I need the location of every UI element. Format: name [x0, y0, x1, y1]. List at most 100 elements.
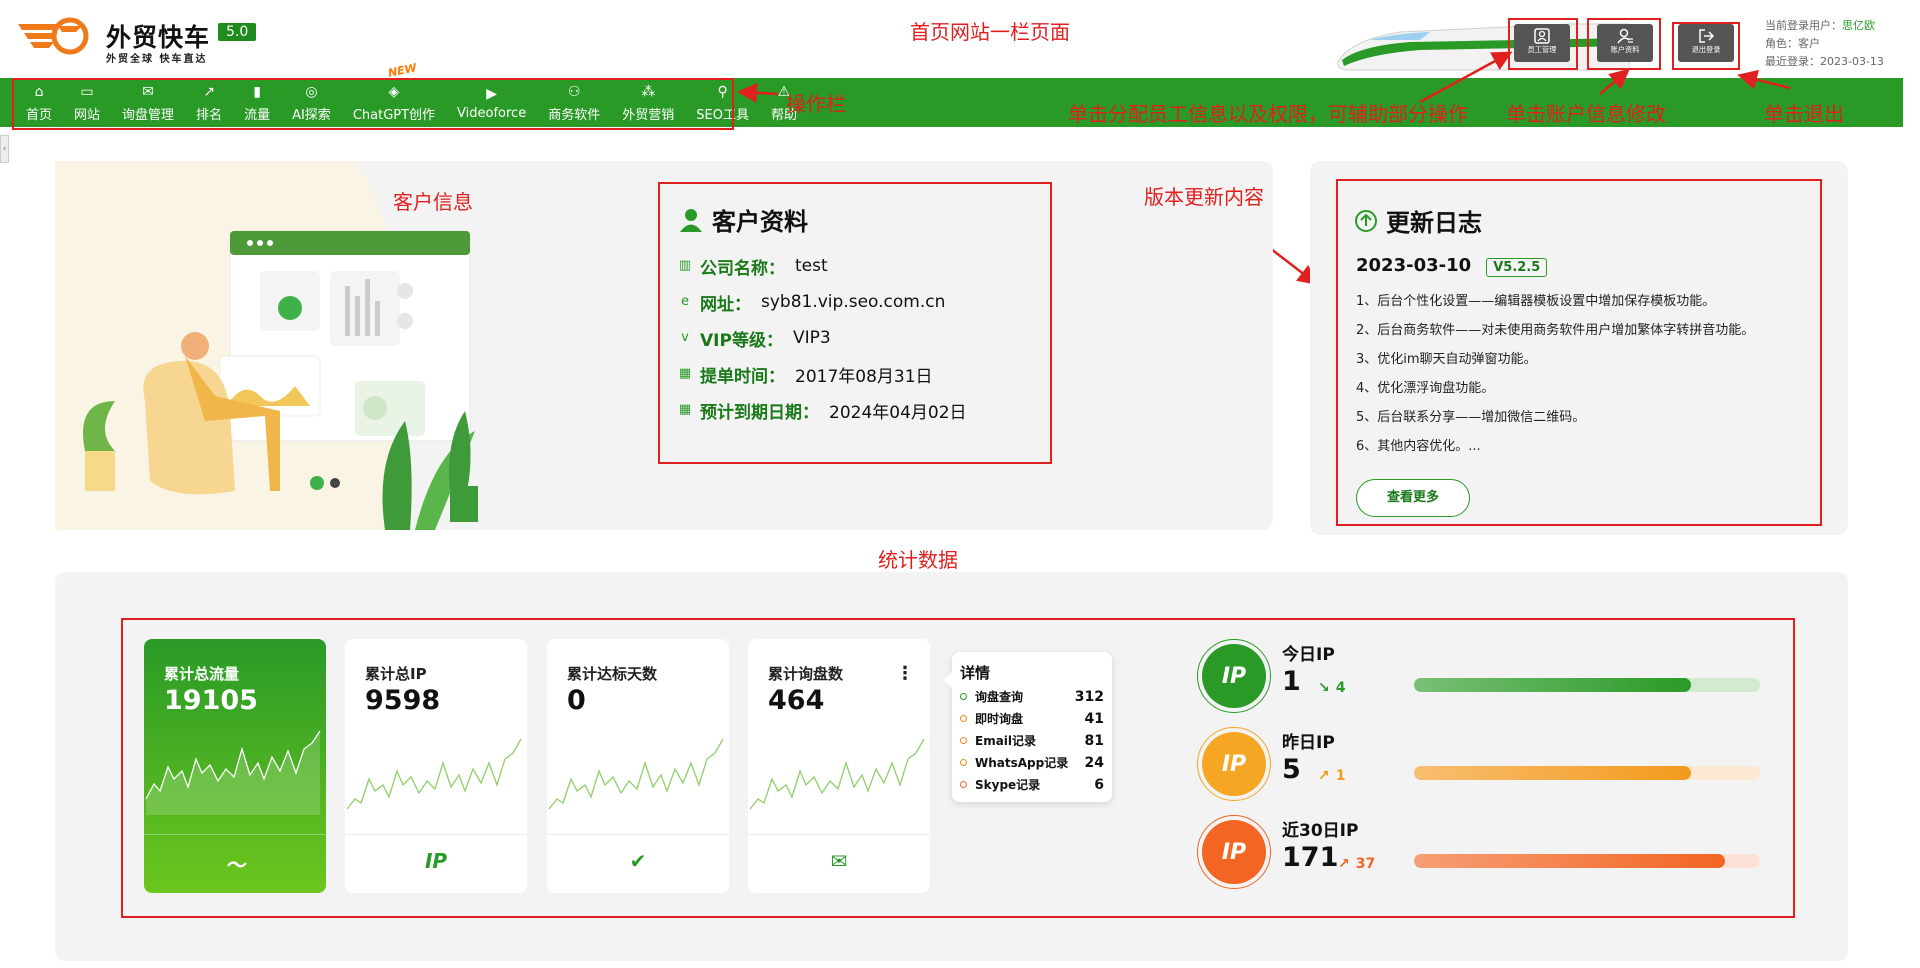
detail-row: 询盘查询 312	[960, 688, 1104, 705]
mail-icon: ✉	[830, 849, 848, 873]
ip-label: 昨日IP	[1282, 733, 1335, 753]
stat-card[interactable]: 累计达标天数 0 ✔	[547, 639, 729, 893]
detail-row: Skype记录 6	[960, 776, 1104, 793]
profile-row-icon: e	[681, 294, 689, 309]
account-highlight-box	[1587, 18, 1661, 70]
detail-value: 81	[1084, 732, 1104, 749]
ip-value: 5	[1282, 754, 1301, 785]
profile-rows: ▥ 公司名称： test e 网址： syb81.vip.seo.com.cn v VIP等级…	[678, 248, 967, 428]
stat-label: 累计达标天数	[567, 665, 658, 683]
sparkline	[145, 730, 321, 815]
nav-highlight-box	[12, 78, 734, 130]
detail-row: Email记录 81	[960, 732, 1104, 749]
ip-value: 1	[1282, 666, 1301, 697]
ip-delta: ↘ 4	[1318, 680, 1345, 696]
staff-annotation: 单击分配员工信息以及权限，可辅助部分操作	[1068, 102, 1468, 126]
profile-row: e 网址： syb81.vip.seo.com.cn	[678, 284, 967, 320]
login-user-line: 当前登录用户：思亿欧	[1765, 19, 1875, 32]
detail-label: Email记录	[975, 734, 1037, 748]
account-annotation: 单击账户信息修改	[1506, 102, 1666, 126]
profile-row-icon: ▦	[678, 402, 692, 417]
ip-progress-bar	[1414, 678, 1760, 692]
changelog-item: 4、优化漂浮询盘功能。	[1356, 381, 1495, 396]
sparkline	[346, 738, 522, 810]
detail-dot-icon	[960, 781, 967, 788]
changelog-card: 更新日志 2023-03-10 V5.2.5 1、后台个性化设置——编辑器模板设…	[1336, 179, 1822, 526]
customer-profile-card: 客户资料 ▥ 公司名称： test e 网址： syb81.vip.seo.com.cn v…	[658, 182, 1052, 464]
changelog-item: 6、其他内容优化。...	[1356, 439, 1481, 454]
last-login-value: 2023-03-13	[1820, 55, 1884, 68]
ip-delta-value: 37	[1355, 856, 1376, 872]
changelog-date: 2023-03-10	[1356, 255, 1472, 276]
logo[interactable]: 外贸快车 5.0 外贸全球 快车直达	[18, 14, 263, 65]
profile-value: test	[795, 256, 828, 276]
inquiry-details-popover: 详情 询盘查询 312 即时询盘 41 Email记录 81 WhatsApp记录 24 Sky…	[944, 652, 1112, 802]
logout-annotation: 单击退出	[1764, 102, 1844, 126]
profile-key: 公司名称：	[700, 258, 785, 279]
logo-slogan: 外贸全球 快车直达	[106, 54, 208, 65]
stat-card[interactable]: 累计总流量 19105 〜	[144, 639, 326, 893]
profile-row: ▦ 预计到期日期： 2024年04月02日	[678, 392, 967, 428]
ip-icon: IP	[424, 849, 448, 873]
ip-stat: IP 昨日IP 5 ↗ 1	[1197, 727, 1780, 808]
profile-key: VIP等级：	[700, 330, 783, 351]
profile-row-icon: ▦	[678, 366, 692, 381]
profile-row: v VIP等级： VIP3	[678, 320, 967, 356]
changelog-item: 2、后台商务软件——对未使用商务软件用户增加繁体字转拼音功能。	[1356, 323, 1755, 338]
trend-icon: ↗	[1318, 768, 1330, 784]
ip-badge-icon: IP	[1202, 820, 1266, 884]
detail-value: 24	[1084, 754, 1104, 771]
ip-progress-bar	[1414, 766, 1760, 780]
ip-progress-fill	[1414, 766, 1691, 780]
login-user-name: 思亿欧	[1842, 19, 1875, 32]
stat-value: 19105	[164, 685, 258, 716]
staff-highlight-box	[1508, 18, 1578, 70]
detail-row: WhatsApp记录 24	[960, 754, 1104, 771]
profile-key: 预计到期日期：	[700, 402, 819, 423]
stat-divider	[547, 834, 729, 835]
customer-info-annotation: 客户信息	[393, 190, 473, 214]
view-more-button[interactable]: 查看更多	[1356, 479, 1470, 517]
sparkline-area	[146, 731, 320, 815]
profile-row: ▦ 提单时间： 2017年08月31日	[678, 356, 967, 392]
sidebar-toggle-button[interactable]: ‹	[0, 135, 9, 163]
ip-label: 近30日IP	[1282, 821, 1359, 841]
changelog-items: 1、后台个性化设置——编辑器模板设置中增加保存模板功能。 2、后台商务软件——对未…	[1356, 287, 1754, 461]
sparkline	[548, 738, 724, 810]
detail-dot-icon	[960, 715, 967, 722]
stat-value: 0	[567, 685, 586, 716]
ip-delta-value: 1	[1335, 768, 1346, 784]
stat-card[interactable]: 累计询盘数 464 ✉ ⋮	[748, 639, 930, 893]
profile-title: 客户资料	[678, 202, 808, 237]
version-update-annotation: 版本更新内容	[1144, 185, 1264, 209]
logo-version-badge: 5.0	[218, 23, 257, 41]
details-title: 详情	[960, 664, 991, 682]
stat-card[interactable]: 累计总IP 9598 IP	[345, 639, 527, 893]
check-icon: ✔	[629, 849, 647, 873]
more-vertical-icon[interactable]: ⋮	[896, 663, 914, 684]
role-line: 角色：客户	[1765, 37, 1820, 50]
stats-annotation: 统计数据	[878, 548, 958, 572]
sparkline-line	[548, 738, 724, 810]
nav-bar-annotation: 操作栏	[786, 92, 846, 116]
sparkline-line	[749, 738, 925, 810]
stat-value: 464	[768, 685, 825, 716]
profile-value: 2024年04月02日	[829, 402, 967, 423]
profile-key: 提单时间：	[700, 366, 785, 387]
profile-row: ▥ 公司名称： test	[678, 248, 967, 284]
last-login-line: 最近登录：2023-03-13	[1765, 55, 1884, 68]
changelog-item: 5、后台联系分享——增加微信二维码。	[1356, 410, 1586, 425]
changelog-item: 1、后台个性化设置——编辑器模板设置中增加保存模板功能。	[1356, 294, 1716, 309]
ip-stat: IP 近30日IP 171 ↗ 37	[1197, 815, 1780, 896]
profile-value: syb81.vip.seo.com.cn	[761, 292, 946, 312]
detail-dot-icon	[960, 759, 967, 766]
detail-label: 询盘查询	[975, 690, 1024, 704]
ip-label: 今日IP	[1282, 645, 1335, 665]
stat-value: 9598	[365, 685, 441, 716]
stat-label: 累计总IP	[365, 665, 427, 683]
stat-divider	[345, 834, 527, 835]
profile-key: 网址：	[700, 294, 751, 315]
train-banner-image	[1337, 23, 1630, 71]
ip-value: 171	[1282, 842, 1339, 873]
stat-label: 累计询盘数	[768, 665, 844, 683]
